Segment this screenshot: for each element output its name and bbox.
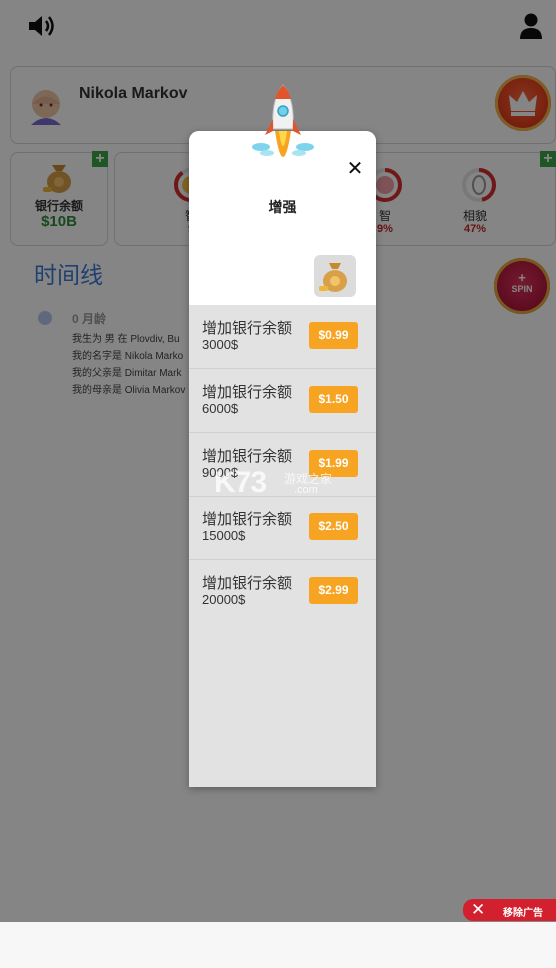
modal-title: 增强 (268, 199, 297, 215)
buy-button[interactable]: $0.99 (309, 322, 358, 349)
boost-modal: ✕ 增强 增加银行余额 3000$ $0.99 增加银行余额 6000$ $1.… (189, 84, 376, 787)
item-amount: 3000$ (202, 337, 239, 352)
ad-banner (0, 922, 556, 968)
item-name: 增加银行余额 (202, 448, 293, 465)
close-icon: ✕ (471, 900, 486, 919)
item-name: 增加银行余额 (202, 384, 293, 401)
watermark-text: K73 (214, 466, 267, 499)
list-item: 增加银行余额 15000$ $2.50 (189, 496, 376, 560)
money-bag-icon (314, 255, 356, 297)
item-amount: 20000$ (202, 592, 246, 607)
item-amount: 6000$ (202, 401, 239, 416)
buy-button[interactable]: $2.50 (309, 513, 358, 540)
item-amount: 15000$ (202, 528, 246, 543)
item-name: 增加银行余额 (202, 575, 293, 592)
rocket-icon (252, 84, 314, 157)
remove-ad-label: 移除广告 (503, 908, 543, 919)
buy-button[interactable]: $1.50 (309, 386, 358, 413)
buy-button[interactable]: $2.99 (309, 577, 358, 604)
item-name: 增加银行余额 (202, 320, 293, 337)
watermark-domain: .com (294, 484, 318, 496)
item-name: 增加银行余额 (202, 511, 293, 528)
close-icon[interactable]: ✕ (345, 159, 365, 179)
list-item: 增加银行余额 3000$ $0.99 (189, 305, 376, 369)
watermark-logo: K73 游戏之家 .com (214, 466, 344, 502)
list-item: 增加银行余额 6000$ $1.50 (189, 369, 376, 433)
modal-header: ✕ 增强 (189, 84, 376, 305)
list-item: 增加银行余额 20000$ $2.99 (189, 560, 376, 623)
remove-ad-button[interactable]: ✕ 移除广告 (463, 899, 556, 921)
